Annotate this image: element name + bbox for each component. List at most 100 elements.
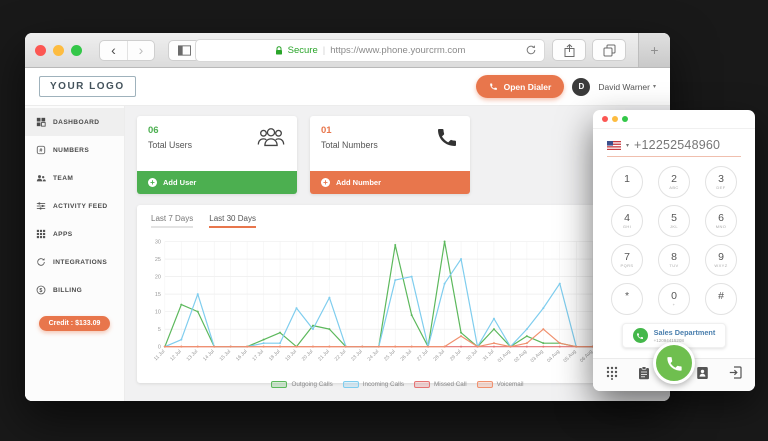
avatar[interactable]: D (572, 77, 591, 96)
call-button[interactable] (653, 342, 695, 384)
legend-missed-call: Missed Call (414, 381, 467, 388)
svg-text:15: 15 (155, 292, 161, 298)
user-menu[interactable]: David Warner ▾ (598, 82, 656, 92)
dialpad-button[interactable] (606, 366, 618, 385)
add-user-label: Add User (163, 178, 197, 187)
browser-window: ‹ › Secure | https://www.phone.yourcrm.c… (25, 33, 670, 401)
add-number-button[interactable]: + Add Number (310, 171, 470, 194)
svg-text:13 Jul: 13 Jul (186, 349, 200, 363)
back-button[interactable]: ‹ (100, 41, 127, 60)
logo: YOUR LOGO (39, 76, 136, 97)
app-body: DASHBOARD # NUMBERS TEAM ACTIVITY FEED A… (25, 106, 670, 401)
share-button[interactable] (552, 39, 586, 61)
svg-text:29 Jul: 29 Jul (449, 349, 463, 363)
contact-phone-icon (632, 328, 648, 343)
total-users-label: Total Users (148, 140, 192, 150)
phone-icon (438, 129, 456, 146)
key-5[interactable]: 5 JKL (658, 205, 690, 237)
contacts-button[interactable] (696, 366, 709, 385)
add-number-label: Add Number (336, 178, 381, 187)
key-6[interactable]: 6 MNO (705, 205, 737, 237)
footer-icons-right (696, 366, 742, 385)
sidebar-item-dashboard[interactable]: DASHBOARD (25, 108, 124, 136)
sidebar-item-integrations[interactable]: INTEGRATIONS (25, 248, 124, 276)
secure-label: Secure (287, 45, 318, 56)
chevron-down-icon: ▾ (652, 84, 656, 90)
key-9[interactable]: 9 WXYZ (705, 244, 737, 276)
call-log-button[interactable] (638, 365, 650, 385)
clipboard-icon (639, 365, 649, 379)
total-numbers-value: 01 (321, 125, 332, 136)
key-letters: WXYZ (714, 263, 728, 269)
svg-text:02 Aug: 02 Aug (513, 349, 528, 364)
key-1[interactable]: 1 (611, 166, 643, 198)
key-digit: 3 (718, 172, 724, 185)
key-letters: PQRS (620, 263, 634, 269)
legend-voicemail: Voicemail (476, 381, 524, 388)
svg-text:26 Jul: 26 Jul (400, 349, 414, 363)
call-phone-icon (666, 356, 682, 371)
chart-range-tabs: Last 7 Days Last 30 Days (147, 212, 648, 235)
key-0[interactable]: 0 + (658, 283, 690, 315)
svg-text:20 Jul: 20 Jul (301, 349, 315, 363)
dashboard-icon (36, 117, 46, 127)
address-bar[interactable]: Secure | https://www.phone.yourcrm.com (195, 39, 545, 62)
key-letters: ABC (669, 185, 679, 191)
dialer-minimize-icon[interactable] (612, 116, 618, 122)
key-digit: # (718, 289, 724, 302)
dialer-footer (593, 342, 755, 391)
sidebar-item-team[interactable]: TEAM (25, 164, 124, 192)
sidebar: DASHBOARD # NUMBERS TEAM ACTIVITY FEED A… (25, 106, 125, 401)
svg-text:30: 30 (155, 239, 161, 245)
country-chevron-icon[interactable]: ▾ (626, 142, 629, 149)
nav-buttons: ‹ › (99, 39, 155, 61)
key-2[interactable]: 2 ABC (658, 166, 690, 198)
minimize-window-icon[interactable] (53, 44, 64, 56)
refresh-button[interactable] (525, 44, 537, 59)
close-window-icon[interactable] (35, 44, 46, 56)
sidebar-item-apps[interactable]: APPS (25, 220, 124, 248)
open-dialer-label: Open Dialer (503, 81, 552, 92)
legend-incoming-calls: Incoming Calls (342, 381, 404, 388)
key-digit: 8 (671, 250, 677, 263)
svg-text:15 Jul: 15 Jul (219, 349, 233, 363)
new-tab-button[interactable]: + (638, 33, 670, 67)
svg-text:06 Aug: 06 Aug (579, 349, 594, 364)
total-users-value: 06 (148, 125, 159, 136)
key-letters: MNO (715, 224, 727, 230)
dialer-close-icon[interactable] (602, 116, 608, 122)
add-user-button[interactable]: + Add User (137, 171, 297, 194)
sidebar-item-label: ACTIVITY FEED (53, 202, 108, 210)
svg-text:25 Jul: 25 Jul (383, 349, 397, 363)
zoom-window-icon[interactable] (71, 44, 82, 56)
sign-out-button[interactable] (729, 366, 742, 384)
key-hash[interactable]: # (705, 283, 737, 315)
forward-button[interactable]: › (127, 40, 154, 60)
footer-icons-left (606, 365, 650, 385)
dialed-number-input[interactable]: +12252548960 (634, 138, 720, 152)
open-dialer-button[interactable]: Open Dialer (475, 75, 565, 98)
key-8[interactable]: 8 TUV (658, 244, 690, 276)
main-content: 06 Total Users + Add User 01 Total Numbe… (125, 106, 670, 401)
svg-text:24 Jul: 24 Jul (367, 349, 381, 363)
key-4[interactable]: 4 GHI (611, 205, 643, 237)
us-flag-icon[interactable] (607, 140, 621, 150)
sidebar-item-billing[interactable]: $ BILLING (25, 276, 124, 304)
credit-badge: Credit : $133.09 (38, 316, 111, 331)
show-tabs-button[interactable] (592, 39, 626, 61)
key-7[interactable]: 7 PQRS (611, 244, 643, 276)
tab-last-7-days[interactable]: Last 7 Days (151, 214, 194, 228)
svg-text:0: 0 (158, 345, 161, 351)
sidebar-item-numbers[interactable]: # NUMBERS (25, 136, 124, 164)
key-3[interactable]: 3 DEF (705, 166, 737, 198)
sidebar-item-activity-feed[interactable]: ACTIVITY FEED (25, 192, 124, 220)
svg-text:#: # (39, 148, 42, 154)
key-star[interactable]: * (611, 283, 643, 315)
app-header: YOUR LOGO Open Dialer D David Warner ▾ (25, 68, 670, 106)
dialer-zoom-icon[interactable] (622, 116, 628, 122)
sidebar-item-label: INTEGRATIONS (53, 258, 108, 266)
lock-icon (275, 46, 282, 55)
key-digit: 4 (624, 211, 630, 224)
tab-last-30-days[interactable]: Last 30 Days (209, 214, 256, 228)
svg-text:11 Jul: 11 Jul (153, 349, 166, 362)
